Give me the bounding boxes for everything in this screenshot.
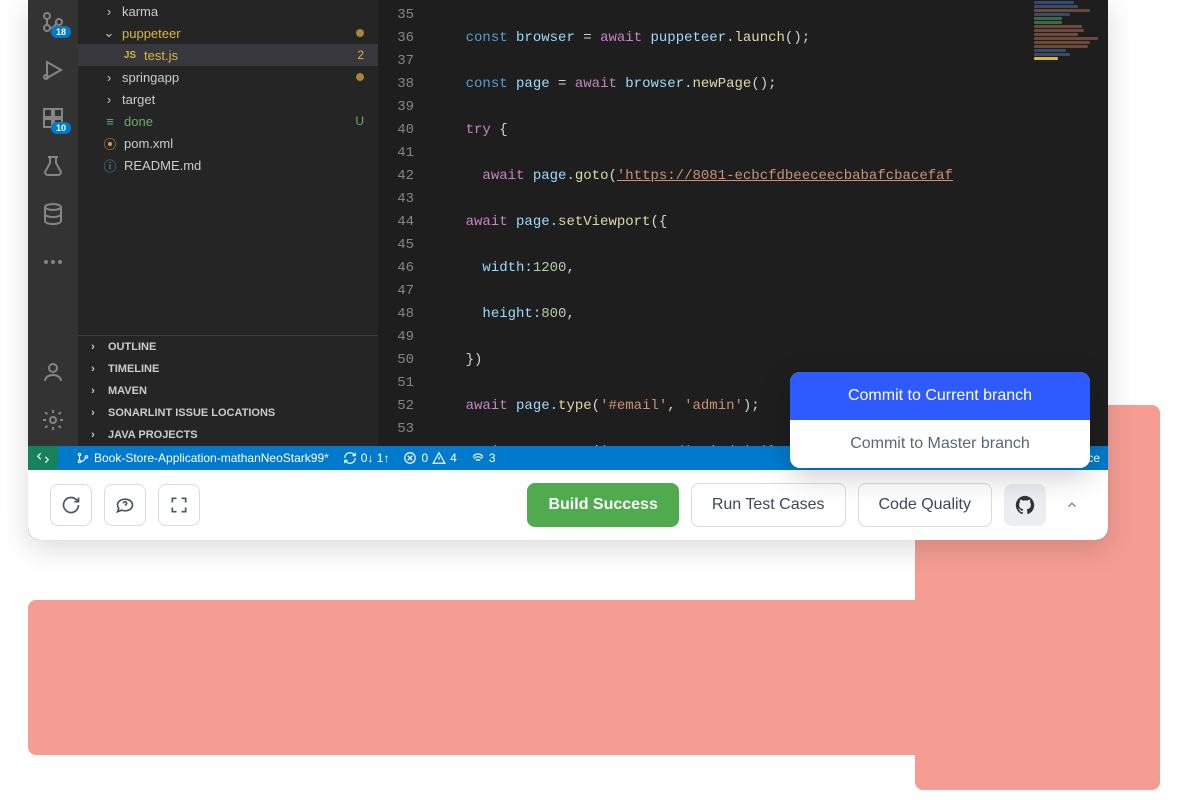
modified-dot-icon: [356, 73, 364, 81]
database-icon[interactable]: [39, 200, 67, 228]
line-gutter: 3536373839404142434445464748495051525354…: [378, 0, 432, 446]
decorative-bg-bottom: [28, 600, 928, 755]
extensions-badge: 10: [51, 122, 71, 134]
commit-master-branch[interactable]: Commit to Master branch: [790, 420, 1090, 468]
panel-java[interactable]: ›JAVA PROJECTS: [78, 424, 378, 446]
tree-file-readme[interactable]: ⓘ README.md: [78, 154, 378, 176]
source-control-badge: 18: [51, 26, 71, 38]
chevron-right-icon: ›: [102, 92, 116, 107]
tree-file-done[interactable]: ≡ done U: [78, 110, 378, 132]
more-icon[interactable]: [39, 248, 67, 276]
remote-indicator[interactable]: [28, 446, 58, 470]
run-debug-icon[interactable]: [39, 56, 67, 84]
tree-folder-karma[interactable]: › karma: [78, 0, 378, 22]
caret-up-button[interactable]: [1058, 484, 1086, 526]
js-file-icon: JS: [122, 50, 138, 61]
tree-file-pom[interactable]: ⦿ pom.xml: [78, 132, 378, 154]
tree-file-testjs[interactable]: JS test.js 2: [78, 44, 378, 66]
account-icon[interactable]: [39, 358, 67, 386]
list-file-icon: ≡: [102, 114, 118, 129]
extensions-icon[interactable]: 10: [39, 104, 67, 132]
panel-maven[interactable]: ›MAVEN: [78, 380, 378, 402]
settings-icon[interactable]: [39, 406, 67, 434]
untracked-badge: U: [355, 114, 364, 128]
chevron-right-icon: ›: [86, 341, 100, 353]
commit-current-branch[interactable]: Commit to Current branch: [790, 372, 1090, 420]
panel-outline[interactable]: ›OUTLINE: [78, 336, 378, 358]
chevron-right-icon: ›: [86, 407, 100, 419]
tree-folder-target[interactable]: › target: [78, 88, 378, 110]
problems-indicator[interactable]: 0 4: [403, 451, 456, 465]
modified-dot-icon: [356, 29, 364, 37]
sync-indicator[interactable]: 0↓ 1↑: [343, 451, 390, 465]
panel-sonarlint[interactable]: ›SONARLINT ISSUE LOCATIONS: [78, 402, 378, 424]
file-tree: › karma ⌄ puppeteer JS test.js 2 › sprin…: [78, 0, 378, 335]
fullscreen-button[interactable]: [158, 484, 200, 526]
refresh-button[interactable]: [50, 484, 92, 526]
tree-folder-springapp[interactable]: › springapp: [78, 66, 378, 88]
github-button[interactable]: [1004, 484, 1046, 526]
activity-bar: 18 10: [28, 0, 78, 446]
chevron-right-icon: ›: [86, 429, 100, 441]
run-tests-button[interactable]: Run Test Cases: [691, 483, 846, 527]
ports-indicator[interactable]: 3: [471, 451, 496, 465]
testing-icon[interactable]: [39, 152, 67, 180]
panel-timeline[interactable]: ›TIMELINE: [78, 358, 378, 380]
chevron-right-icon: ›: [86, 385, 100, 397]
xml-file-icon: ⦿: [102, 134, 118, 153]
sidebar-panels: ›OUTLINE ›TIMELINE ›MAVEN ›SONARLINT ISS…: [78, 335, 378, 446]
ide-window: 18 10: [28, 0, 1108, 540]
chevron-right-icon: ›: [102, 4, 116, 19]
sidebar: › karma ⌄ puppeteer JS test.js 2 › sprin…: [78, 0, 378, 446]
chat-button[interactable]: [104, 484, 146, 526]
tree-folder-puppeteer[interactable]: ⌄ puppeteer: [78, 22, 378, 44]
branch-indicator[interactable]: Book-Store-Application-mathanNeoStark99*: [76, 451, 329, 465]
build-success-button[interactable]: Build Success: [527, 483, 678, 527]
commit-popup: Commit to Current branch Commit to Maste…: [790, 372, 1090, 468]
file-badge: 2: [357, 48, 364, 62]
chevron-right-icon: ›: [102, 70, 116, 85]
bottom-toolbar: Build Success Run Test Cases Code Qualit…: [28, 470, 1108, 540]
code-quality-button[interactable]: Code Quality: [858, 483, 993, 527]
chevron-down-icon: ⌄: [102, 25, 116, 41]
source-control-icon[interactable]: 18: [39, 8, 67, 36]
info-file-icon: ⓘ: [102, 156, 118, 175]
chevron-right-icon: ›: [86, 363, 100, 375]
